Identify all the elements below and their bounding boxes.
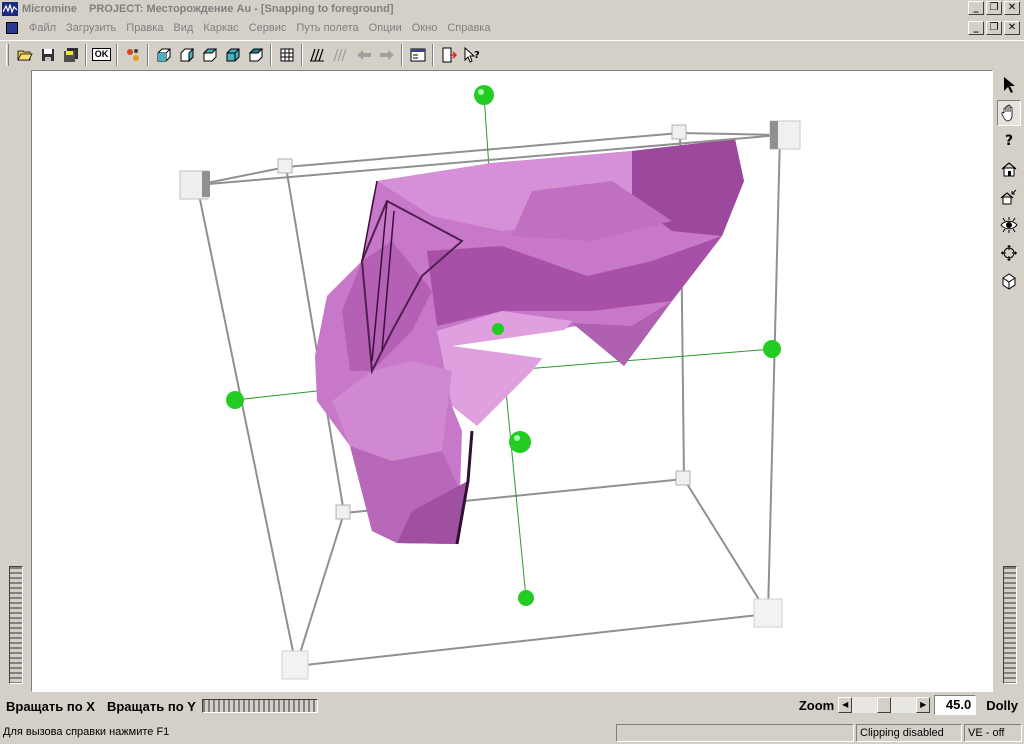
zoom-left-arrow-icon[interactable]: ◀ [838, 697, 853, 713]
menu-file[interactable]: Файл [24, 22, 61, 34]
wireframe-stack-icon[interactable] [306, 44, 329, 66]
zoom-thumb[interactable] [877, 697, 892, 713]
help-question-icon[interactable]: ? [997, 128, 1021, 154]
context-help-icon[interactable]: ? [460, 44, 483, 66]
toolbar: OK ? [0, 40, 1024, 68]
menu-tools[interactable]: Сервис [244, 22, 292, 34]
save-all-icon[interactable] [59, 44, 82, 66]
seek-crosshair-icon[interactable] [997, 240, 1021, 266]
right-tool-panel: ? [995, 70, 1024, 692]
wireframe-disabled-icon [329, 44, 352, 66]
doc-minimize-button[interactable]: _ [968, 21, 984, 35]
arrow-right-icon [375, 44, 398, 66]
app-name: Micromine [22, 3, 78, 15]
micromine-logo-icon [2, 2, 18, 16]
title-bar: Micromine PROJECT: Месторождение Au - [S… [0, 0, 1024, 18]
save-icon[interactable] [36, 44, 59, 66]
zoom-track[interactable] [852, 697, 917, 713]
toolbar-grip[interactable] [6, 43, 9, 66]
view-iso-icon[interactable] [221, 44, 244, 66]
home-icon[interactable] [997, 156, 1021, 182]
toolbar-separator [85, 43, 87, 66]
toolbar-separator [432, 43, 434, 66]
view-back-icon[interactable] [244, 44, 267, 66]
rotate-x-vertical-wheel[interactable] [9, 566, 23, 684]
exit-door-icon[interactable] [437, 44, 460, 66]
left-panel [0, 70, 30, 692]
minimize-button[interactable]: _ [968, 1, 984, 15]
dolly-vertical-wheel[interactable] [1003, 566, 1017, 684]
settings-dots-icon[interactable] [121, 44, 144, 66]
view-top-icon[interactable] [198, 44, 221, 66]
toolbar-separator [270, 43, 272, 66]
status-ve: VE - off [964, 724, 1022, 742]
doc-restore-button[interactable]: ❐ [986, 21, 1002, 35]
select-pointer-icon[interactable] [997, 72, 1021, 98]
toolbar-separator [147, 43, 149, 66]
menu-wireframe[interactable]: Каркас [198, 22, 243, 34]
toolbar-separator [301, 43, 303, 66]
status-bar: Для вызова справки нажмите F1 Clipping d… [0, 722, 1024, 744]
status-empty-pane [616, 724, 854, 742]
set-home-icon[interactable] [997, 184, 1021, 210]
view-eye-icon[interactable] [997, 212, 1021, 238]
document-icon[interactable] [6, 22, 18, 34]
restore-button[interactable]: ❐ [986, 1, 1002, 15]
toolbar-separator [401, 43, 403, 66]
rotate-y-wheel[interactable] [201, 699, 318, 713]
view-side-icon[interactable] [175, 44, 198, 66]
bottom-controls: Вращать по X Вращать по Y Zoom ◀ ▶ 45.0 … [0, 693, 1024, 719]
ok-button[interactable]: OK [90, 44, 113, 66]
zoom-value-field[interactable]: 45.0 [934, 695, 977, 715]
zoom-right-arrow-icon[interactable]: ▶ [916, 697, 931, 713]
rotate-x-label: Вращать по X [6, 698, 95, 714]
dolly-label: Dolly [986, 697, 1018, 713]
zoom-label: Zoom [798, 697, 835, 713]
menu-help[interactable]: Справка [442, 22, 495, 34]
menu-bar: Файл Загрузить Правка Вид Каркас Сервис … [0, 18, 1024, 38]
rotate-y-label: Вращать по Y [106, 698, 196, 714]
menu-load[interactable]: Загрузить [61, 22, 121, 34]
zoom-slider[interactable]: ◀ ▶ [838, 697, 931, 713]
properties-icon[interactable] [406, 44, 429, 66]
toolbar-separator [116, 43, 118, 66]
menu-view[interactable]: Вид [168, 22, 198, 34]
grid-icon[interactable] [275, 44, 298, 66]
menu-flight-path[interactable]: Путь полета [291, 22, 363, 34]
menu-window[interactable]: Окно [407, 22, 443, 34]
status-clipping: Clipping disabled [856, 724, 962, 742]
status-help-text: Для вызова справки нажмите F1 [3, 726, 170, 738]
perspective-cube-icon[interactable] [997, 268, 1021, 294]
close-button[interactable]: ✕ [1004, 1, 1020, 15]
open-folder-icon[interactable] [13, 44, 36, 66]
arrow-left-icon [352, 44, 375, 66]
view-front-icon[interactable] [152, 44, 175, 66]
menu-options[interactable]: Опции [364, 22, 407, 34]
window-title: PROJECT: Месторождение Au - [Snapping to… [89, 3, 394, 15]
pan-hand-icon[interactable] [997, 100, 1021, 126]
doc-close-button[interactable]: ✕ [1004, 21, 1020, 35]
svg-text:?: ? [474, 50, 480, 61]
3d-viewport[interactable] [31, 70, 993, 692]
menu-edit[interactable]: Правка [121, 22, 168, 34]
